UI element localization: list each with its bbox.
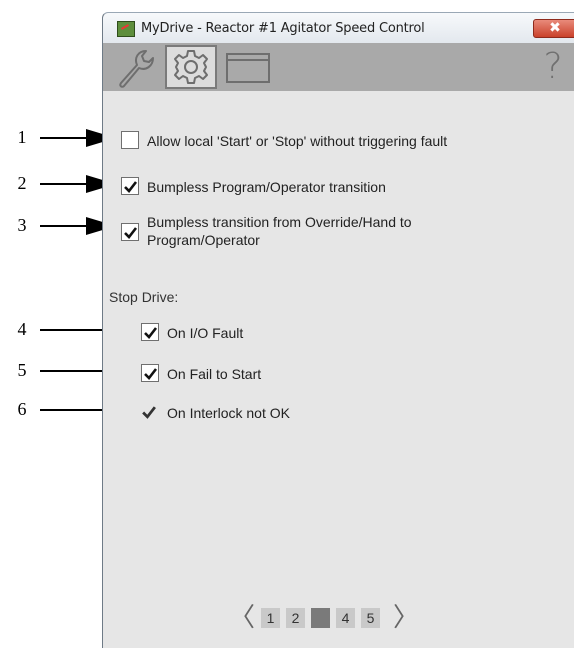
app-icon	[117, 21, 135, 37]
callout-number: 6	[17, 399, 27, 419]
checkmark-icon	[124, 181, 138, 193]
callout-line	[40, 225, 90, 227]
option-label: Allow local 'Start' or 'Stop' without tr…	[147, 133, 448, 149]
page-button-1[interactable]: 1	[261, 608, 280, 628]
checkmark-icon	[124, 227, 138, 239]
checkmark-icon	[144, 327, 158, 339]
prev-page-button[interactable]: 〈	[229, 603, 255, 633]
callout-number: 5	[17, 360, 27, 380]
checkmark-icon	[144, 368, 158, 380]
callout-line	[40, 370, 108, 372]
option-label-line1: Bumpless transition from Override/Hand t…	[147, 214, 412, 230]
page-button-2[interactable]: 2	[286, 608, 305, 628]
next-page-button[interactable]: 〉	[393, 603, 419, 633]
option-label: Bumpless Program/Operator transition	[147, 179, 386, 195]
page-button-5[interactable]: 5	[361, 608, 380, 628]
gear-icon	[174, 50, 208, 84]
checkbox-checked[interactable]	[121, 177, 139, 195]
trends-tab-button[interactable]	[223, 45, 275, 89]
option-label: On Fail to Start	[167, 366, 262, 382]
toolbar: ?	[103, 43, 574, 91]
help-button[interactable]: ?	[535, 45, 571, 89]
checkbox-checked[interactable]	[121, 223, 139, 241]
callout-number: 1	[17, 127, 27, 147]
checkbox-checked[interactable]	[141, 364, 159, 382]
maintenance-tab-button[interactable]	[109, 45, 161, 89]
option-label: On Interlock not OK	[167, 405, 290, 421]
option-label-line2: Program/Operator	[147, 232, 260, 248]
callout-line	[40, 183, 90, 185]
option-label: On I/O Fault	[167, 325, 244, 341]
callout-line	[40, 137, 90, 139]
faceplate-window: MyDrive - Reactor #1 Agitator Speed Cont…	[102, 12, 574, 648]
callout-number: 4	[17, 319, 27, 339]
window-icon	[226, 53, 270, 83]
page-navigator: 〈 1 2 3 4 5 〉	[229, 603, 449, 633]
advanced-tab-button[interactable]	[165, 45, 217, 89]
close-button[interactable]: ✖	[533, 19, 574, 38]
stop-drive-heading: Stop Drive:	[109, 289, 179, 305]
callout-number: 2	[17, 173, 27, 193]
callout-number: 3	[17, 215, 27, 235]
callout-line	[40, 409, 108, 411]
title-bar[interactable]: MyDrive - Reactor #1 Agitator Speed Cont…	[103, 13, 574, 43]
page-button-4[interactable]: 4	[336, 608, 355, 628]
window-title: MyDrive - Reactor #1 Agitator Speed Cont…	[141, 21, 425, 36]
page-button-3-current[interactable]: 3	[311, 608, 330, 628]
checkbox-checked[interactable]	[141, 323, 159, 341]
checkmark-icon	[142, 406, 156, 419]
wrench-icon	[119, 50, 154, 88]
checkbox-unchecked[interactable]	[121, 131, 139, 149]
callout-line	[40, 329, 108, 331]
